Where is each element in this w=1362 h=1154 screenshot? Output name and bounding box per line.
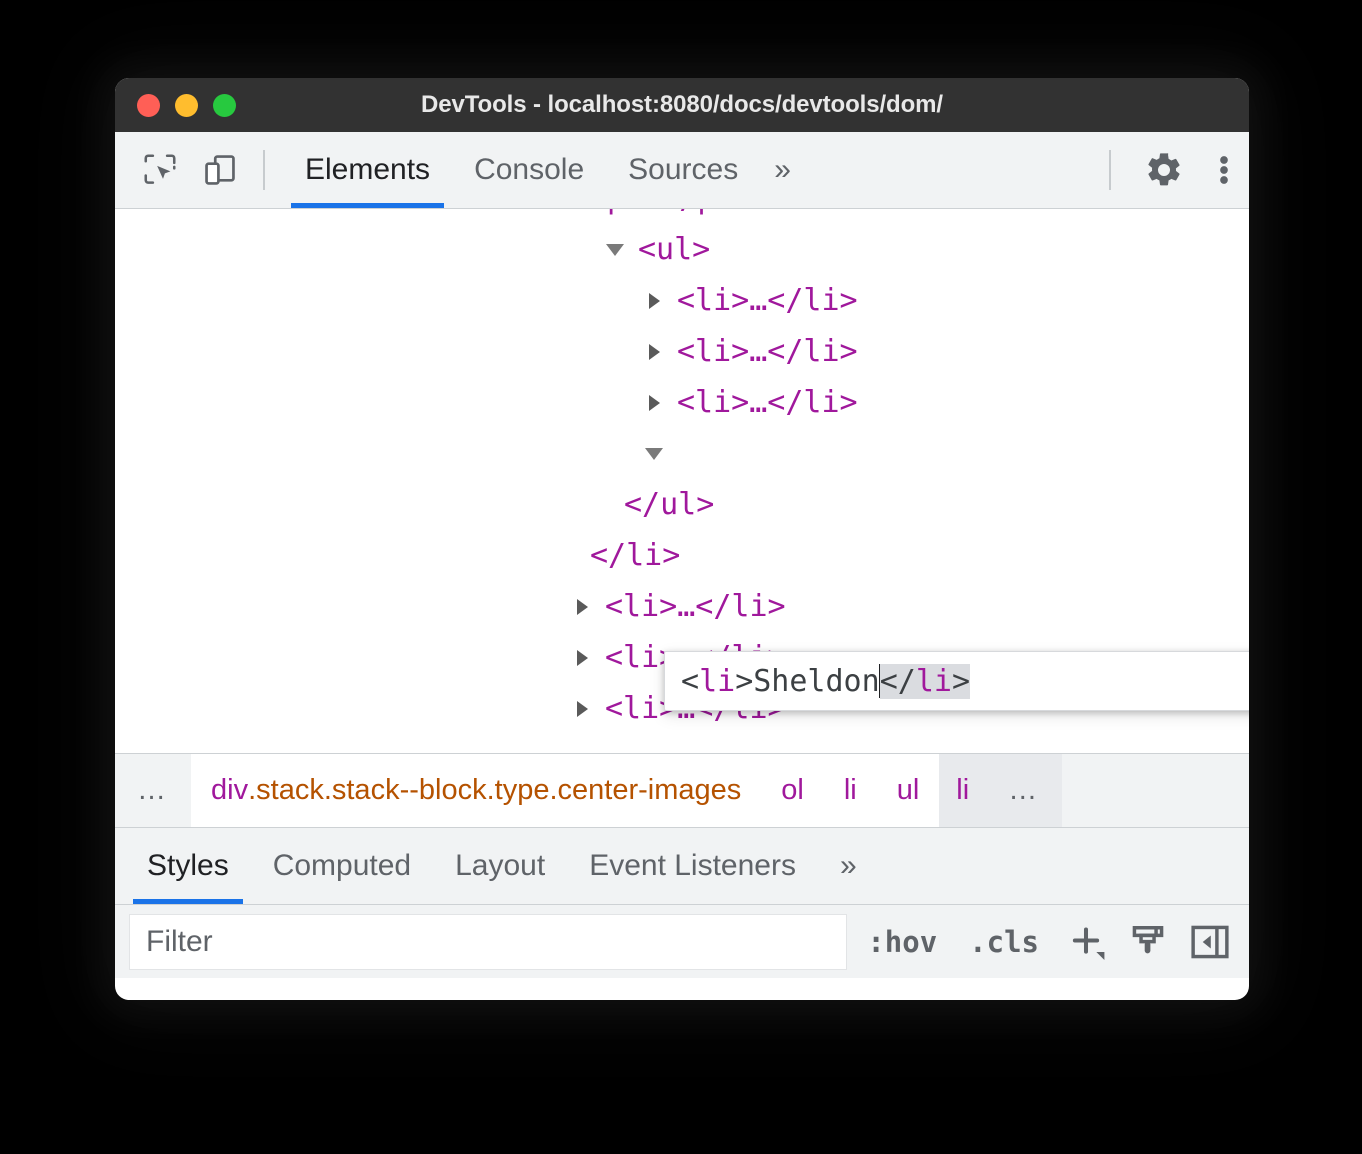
breadcrumb-classes: .stack.stack--block.type.center-images	[248, 774, 742, 806]
dom-row-li-3[interactable]: <li>…</li>	[115, 377, 1249, 428]
breadcrumb-overflow-left[interactable]: …	[115, 754, 191, 827]
devtools-window: DevTools - localhost:8080/docs/devtools/…	[115, 78, 1249, 1000]
kebab-menu-icon[interactable]	[1199, 145, 1249, 195]
dom-row-li-4[interactable]: <li>…</li>	[115, 581, 1249, 632]
tab-elements[interactable]: Elements	[283, 132, 452, 208]
close-button[interactable]	[137, 93, 160, 117]
more-tabs-chevron-icon[interactable]: »	[760, 132, 805, 208]
styles-filter-input[interactable]: Filter	[129, 913, 848, 970]
toolbar-divider-right	[1109, 150, 1111, 190]
dom-row-li-2[interactable]: <li>…</li>	[115, 326, 1249, 377]
toolbar-divider-left	[263, 150, 265, 190]
breadcrumb-item-li-selected[interactable]: li	[939, 754, 987, 827]
styles-pane-tabs: Styles Computed Layout Event Listeners »	[115, 828, 1249, 905]
tab-layout[interactable]: Layout	[433, 828, 567, 904]
breadcrumb-item-ol[interactable]: ol	[761, 754, 824, 827]
breadcrumb: … div .stack.stack--block.type.center-ima…	[115, 754, 1249, 828]
dom-row-text: <li>…</li>	[677, 334, 858, 369]
disclosure-triangle-closed-icon[interactable]	[567, 598, 597, 615]
devtools-main-toolbar: Elements Console Sources »	[115, 132, 1249, 209]
window-title: DevTools - localhost:8080/docs/devtools/…	[421, 91, 943, 118]
breadcrumb-tagname: ul	[896, 774, 920, 806]
force-state-hov-button[interactable]: :hov	[855, 925, 949, 959]
screenshot-root: DevTools - localhost:8080/docs/devtools/…	[0, 0, 1362, 1154]
window-titlebar: DevTools - localhost:8080/docs/devtools/…	[115, 78, 1249, 132]
breadcrumb-item-ul[interactable]: ul	[876, 754, 940, 827]
dom-row-text: <li>…</li>	[677, 283, 858, 318]
disclosure-triangle-closed-icon[interactable]	[639, 394, 669, 411]
disclosure-triangle-closed-icon[interactable]	[639, 343, 669, 360]
breadcrumb-tagname: ol	[781, 774, 804, 806]
window-controls	[137, 78, 236, 132]
dom-tree-panel[interactable]: <p>…</p> <ul> <li>…</li> <li>…</li>	[115, 209, 1249, 754]
breadcrumb-item-div[interactable]: div .stack.stack--block.type.center-image…	[191, 754, 762, 827]
edit-close-bracket-end: >	[951, 663, 970, 699]
breadcrumb-overflow-right[interactable]: …	[986, 754, 1063, 827]
plus-icon[interactable]	[1059, 915, 1113, 969]
edit-open-bracket: <	[681, 663, 700, 699]
disclosure-triangle-closed-icon[interactable]	[567, 649, 597, 666]
toolbar-right-group	[1091, 132, 1249, 208]
edit-open-gt: >	[735, 663, 754, 699]
tab-computed[interactable]: Computed	[251, 828, 433, 904]
styles-more-tabs-chevron-icon[interactable]: »	[818, 828, 879, 904]
dom-row-li-1[interactable]: <li>…</li>	[115, 275, 1249, 326]
dom-row-p[interactable]: <p>…</p>	[115, 209, 1249, 224]
dom-row-text: <li>…</li>	[677, 385, 858, 420]
element-classes-cls-button[interactable]: .cls	[957, 925, 1051, 959]
dom-row-text: </li>	[590, 538, 681, 573]
breadcrumb-item-li-outer[interactable]: li	[823, 754, 877, 827]
edit-close-bracket-start: </	[879, 663, 916, 699]
dom-inline-edit-input[interactable]: < li > Sheldon </li>	[664, 651, 1249, 711]
dom-row-li-editing[interactable]	[115, 428, 1249, 479]
inspect-element-icon[interactable]	[135, 145, 185, 195]
minimize-button[interactable]	[175, 93, 198, 117]
dom-row-text: </ul>	[624, 487, 715, 522]
disclosure-triangle-open-icon[interactable]	[600, 243, 630, 256]
edit-close-tagname: li	[915, 663, 952, 699]
dom-row-text: <ul>	[638, 232, 711, 267]
disclosure-triangle-open-icon[interactable]	[639, 447, 669, 460]
dom-row-ul-open[interactable]: <ul>	[115, 224, 1249, 275]
breadcrumb-tagname: div	[211, 774, 249, 806]
tab-console[interactable]: Console	[452, 132, 606, 208]
disclosure-triangle-closed-icon[interactable]	[639, 292, 669, 309]
edit-text-content: Sheldon	[753, 663, 880, 699]
dom-row-ul-close[interactable]: </ul>	[115, 479, 1249, 530]
breadcrumb-tagname: li	[843, 774, 857, 806]
maximize-button[interactable]	[213, 93, 236, 117]
device-toolbar-icon[interactable]	[195, 145, 245, 195]
styles-filter-bar: Filter :hov .cls	[115, 905, 1249, 978]
paintbrush-icon[interactable]	[1121, 915, 1175, 969]
gear-icon[interactable]	[1139, 145, 1189, 195]
dom-row-text: <li>…</li>	[605, 589, 786, 624]
tab-styles[interactable]: Styles	[125, 828, 251, 904]
edit-closing-tag: </li>	[879, 663, 970, 699]
panel-tabs: Elements Console Sources »	[283, 132, 805, 208]
edit-open-tagname: li	[699, 663, 736, 699]
tab-sources[interactable]: Sources	[606, 132, 760, 208]
breadcrumb-tagname: li	[956, 774, 970, 806]
dom-row-li-close[interactable]: </li>	[115, 530, 1249, 581]
dom-row-text: <p>…</p>	[589, 209, 734, 216]
show-sidebar-icon[interactable]	[1183, 915, 1237, 969]
tab-event-listeners[interactable]: Event Listeners	[567, 828, 818, 904]
disclosure-triangle-closed-icon[interactable]	[567, 700, 597, 717]
